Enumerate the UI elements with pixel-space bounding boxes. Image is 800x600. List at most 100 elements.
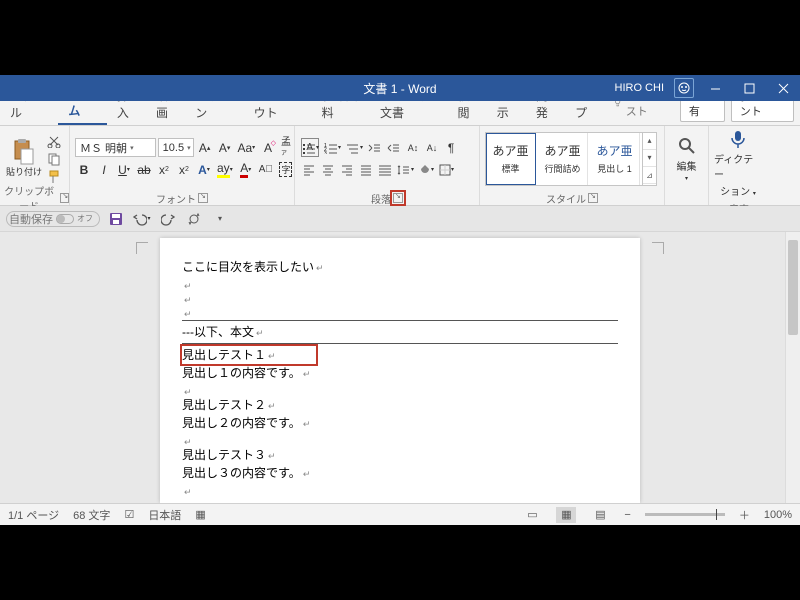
distributed-button[interactable] bbox=[376, 160, 394, 179]
status-page[interactable]: 1/1 ページ bbox=[8, 507, 59, 523]
shrink-font-button[interactable]: A▾ bbox=[216, 138, 234, 157]
subscript-button[interactable]: x2 bbox=[155, 160, 173, 179]
feedback-icon[interactable] bbox=[674, 78, 694, 98]
clear-format-button[interactable]: A◇ bbox=[259, 138, 277, 157]
grow-font-button[interactable]: A▴ bbox=[196, 138, 214, 157]
maximize-button[interactable] bbox=[732, 75, 766, 101]
change-case-button[interactable]: Aa▾ bbox=[236, 138, 257, 157]
italic-button[interactable]: I bbox=[95, 160, 113, 179]
page[interactable]: ここに目次を表示したい ---以下、本文 見出しテスト１ 見出し１の内容です。 … bbox=[160, 238, 640, 503]
doc-heading-selected[interactable]: 見出しテスト１ bbox=[182, 346, 618, 364]
view-read-button[interactable]: ▭ bbox=[522, 507, 542, 523]
margin-marker-tr bbox=[652, 242, 664, 254]
show-marks-button[interactable]: ¶ bbox=[442, 138, 460, 157]
scroll-thumb[interactable] bbox=[788, 240, 798, 335]
numbering-button[interactable]: 123▾ bbox=[322, 138, 343, 157]
title-bar: 文書 1 - Word HIRO CHI bbox=[0, 75, 800, 101]
align-left-button[interactable] bbox=[300, 160, 318, 179]
font-name-combo[interactable]: ＭＳ 明朝▾ bbox=[75, 138, 156, 157]
autosave-toggle[interactable]: 自動保存 オフ bbox=[6, 211, 100, 227]
undo-button[interactable]: ▾ bbox=[132, 209, 152, 229]
styles-launcher[interactable] bbox=[588, 193, 598, 203]
doc-line[interactable]: 見出しテスト３ bbox=[182, 446, 618, 464]
style-heading1[interactable]: あア亜見出し 1 bbox=[590, 133, 640, 185]
status-words[interactable]: 68 文字 bbox=[73, 507, 110, 523]
text-effects-button[interactable]: A▾ bbox=[195, 160, 213, 179]
doc-line[interactable]: 見出し２の内容です。 bbox=[182, 414, 618, 432]
qat-more-button[interactable]: ▾ bbox=[210, 209, 230, 229]
doc-line[interactable]: 見出し１の内容です。 bbox=[182, 364, 618, 382]
clipboard-launcher[interactable] bbox=[60, 193, 69, 203]
superscript-button[interactable]: x2 bbox=[175, 160, 193, 179]
redo-button[interactable] bbox=[158, 209, 178, 229]
align-right-button[interactable] bbox=[338, 160, 356, 179]
doc-line[interactable]: ここに目次を表示したい bbox=[182, 258, 618, 276]
cut-button[interactable] bbox=[45, 133, 63, 149]
minimize-button[interactable] bbox=[698, 75, 732, 101]
doc-blank[interactable] bbox=[182, 304, 618, 318]
highlight-button[interactable]: ay▾ bbox=[215, 160, 235, 179]
editing-label: 編集 bbox=[677, 158, 697, 173]
underline-button[interactable]: U▾ bbox=[115, 160, 133, 179]
zoom-in-button[interactable]: ＋ bbox=[739, 507, 750, 523]
bold-button[interactable]: B bbox=[75, 160, 93, 179]
text-direction-button[interactable]: A↕ bbox=[404, 138, 422, 157]
doc-blank[interactable] bbox=[182, 290, 618, 304]
zoom-slider[interactable] bbox=[645, 513, 725, 516]
sort-button[interactable]: A↓ bbox=[423, 138, 441, 157]
editing-menu[interactable]: 編集 ▾ bbox=[670, 136, 703, 182]
document-area[interactable]: ここに目次を表示したい ---以下、本文 見出しテスト１ 見出し１の内容です。 … bbox=[0, 232, 800, 503]
view-web-button[interactable]: ▤ bbox=[590, 507, 610, 523]
multilevel-button[interactable]: ▾ bbox=[344, 138, 365, 157]
dictation-button[interactable]: ディクテー ション ▾ bbox=[714, 129, 762, 198]
zoom-level[interactable]: 100% bbox=[764, 509, 792, 521]
account-name[interactable]: HIRO CHI bbox=[605, 82, 675, 94]
doc-blank[interactable] bbox=[182, 382, 618, 396]
paste-button[interactable]: 貼り付け bbox=[5, 139, 43, 178]
vertical-scrollbar[interactable] bbox=[785, 232, 800, 503]
align-center-button[interactable] bbox=[319, 160, 337, 179]
ribbon: 貼り付け クリップボード ＭＳ 明朝▾ 10.5▾ A▴ A▾ Aa▾ bbox=[0, 126, 800, 206]
zoom-out-button[interactable]: − bbox=[624, 509, 630, 521]
font-size-combo[interactable]: 10.5▾ bbox=[158, 138, 194, 157]
paste-label: 貼り付け bbox=[6, 165, 42, 178]
indent-dec-button[interactable] bbox=[366, 138, 384, 157]
group-font: ＭＳ 明朝▾ 10.5▾ A▴ A▾ Aa▾ A◇ 孟ア A B I U▾ ab… bbox=[70, 126, 295, 205]
group-para-label: 段落 bbox=[371, 191, 391, 206]
status-macro-icon[interactable]: ▦ bbox=[195, 508, 205, 521]
borders-button[interactable]: ▾ bbox=[437, 160, 456, 179]
char-shading-button[interactable]: A⃝ bbox=[257, 160, 275, 179]
status-bar: 1/1 ページ 68 文字 ☑ 日本語 ▦ ▭ ▦ ▤ − ＋ 100% bbox=[0, 503, 800, 525]
doc-blank[interactable] bbox=[182, 432, 618, 446]
doc-line[interactable]: ---以下、本文 bbox=[182, 323, 618, 341]
view-print-button[interactable]: ▦ bbox=[556, 507, 576, 523]
font-color-button[interactable]: A▾ bbox=[237, 160, 255, 179]
ribbon-tabs: ファイル ホーム 挿入 描画 デザイン レイアウト 参考資料 差し込み文書 校閲… bbox=[0, 101, 800, 126]
group-voice: ディクテー ション ▾ 音声 bbox=[709, 126, 769, 205]
justify-button[interactable] bbox=[357, 160, 375, 179]
enclose-char-button[interactable]: 字 bbox=[277, 160, 295, 179]
styles-gallery[interactable]: あア亜標準 あア亜行間詰め あア亜見出し 1 ▴▾⊿ bbox=[485, 132, 657, 186]
font-launcher[interactable] bbox=[198, 193, 208, 203]
strike-button[interactable]: ab bbox=[135, 160, 153, 179]
style-no-spacing[interactable]: あア亜行間詰め bbox=[538, 133, 588, 185]
doc-blank[interactable] bbox=[182, 276, 618, 290]
save-button[interactable] bbox=[106, 209, 126, 229]
style-normal[interactable]: あア亜標準 bbox=[486, 133, 536, 185]
line-spacing-button[interactable]: ▾ bbox=[395, 160, 416, 179]
copy-button[interactable] bbox=[45, 151, 63, 167]
qat-sync-button[interactable] bbox=[184, 209, 204, 229]
group-editing: 編集 ▾ bbox=[665, 126, 709, 205]
doc-line[interactable]: 見出し３の内容です。 bbox=[182, 464, 618, 482]
shading-button[interactable]: ▾ bbox=[417, 160, 436, 179]
paragraph-launcher[interactable] bbox=[393, 193, 403, 203]
close-button[interactable] bbox=[766, 75, 800, 101]
status-spellcheck-icon[interactable]: ☑ bbox=[124, 508, 134, 521]
bullets-button[interactable]: ▾ bbox=[300, 138, 321, 157]
doc-blank[interactable] bbox=[182, 482, 618, 496]
margin-marker-tl bbox=[136, 242, 148, 254]
doc-line[interactable]: 見出しテスト２ bbox=[182, 396, 618, 414]
styles-more[interactable]: ▴▾⊿ bbox=[642, 133, 656, 185]
indent-inc-button[interactable] bbox=[385, 138, 403, 157]
status-language[interactable]: 日本語 bbox=[148, 507, 181, 523]
